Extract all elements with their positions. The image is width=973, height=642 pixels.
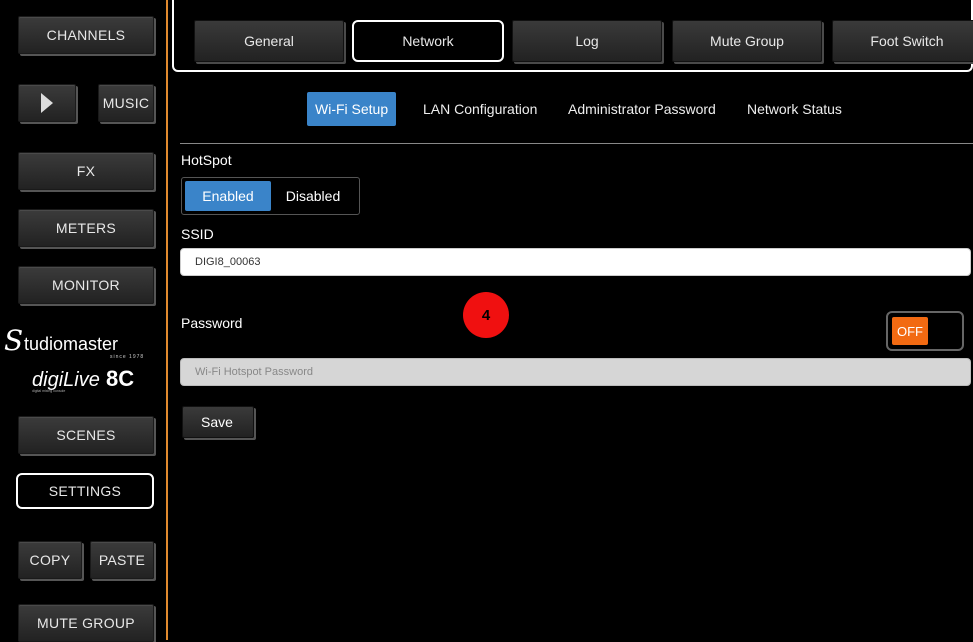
tab-log[interactable]: Log: [512, 20, 662, 62]
hotspot-toggle-group: Enabled Disabled: [181, 177, 360, 215]
monitor-button[interactable]: MONITOR: [18, 266, 154, 304]
paste-button[interactable]: PASTE: [90, 541, 154, 579]
toggle-off-label: OFF: [892, 317, 928, 345]
divider: [180, 143, 973, 144]
svg-text:since 1978: since 1978: [110, 354, 144, 360]
password-label: Password: [181, 315, 243, 331]
subtab-lan-configuration[interactable]: LAN Configuration: [415, 92, 545, 126]
ssid-label: SSID: [181, 226, 214, 242]
tab-foot-switch[interactable]: Foot Switch: [832, 20, 973, 62]
svg-text:S: S: [4, 328, 23, 357]
password-visibility-toggle[interactable]: OFF: [886, 311, 964, 351]
settings-tab-bar: General Network Log Mute Group Foot Swit…: [172, 0, 973, 72]
subtab-administrator-password[interactable]: Administrator Password: [560, 92, 724, 126]
meters-button[interactable]: METERS: [18, 209, 154, 247]
tab-network[interactable]: Network: [352, 20, 504, 62]
hotspot-disabled-option[interactable]: Disabled: [271, 181, 355, 211]
hotspot-label: HotSpot: [181, 152, 232, 168]
studiomaster-logo: S tudiomaster since 1978 digiLive 8C dig…: [4, 328, 144, 393]
scenes-button[interactable]: SCENES: [18, 416, 154, 454]
play-button[interactable]: [18, 84, 76, 122]
hotspot-enabled-option[interactable]: Enabled: [185, 181, 271, 211]
fx-button[interactable]: FX: [18, 152, 154, 190]
svg-text:digital mixing console: digital mixing console: [32, 389, 65, 393]
svg-text:8C: 8C: [106, 366, 134, 391]
sidebar: CHANNELS MUSIC FX METERS MONITOR S tudio…: [0, 0, 168, 642]
ssid-input[interactable]: DIGI8_00063: [180, 248, 971, 276]
tab-mute-group[interactable]: Mute Group: [672, 20, 822, 62]
step-badge: 4: [463, 292, 509, 338]
subtab-wifi-setup[interactable]: Wi-Fi Setup: [307, 92, 397, 126]
svg-text:tudiomaster: tudiomaster: [24, 334, 118, 354]
save-button[interactable]: Save: [182, 406, 254, 438]
subtab-network-status[interactable]: Network Status: [739, 92, 850, 126]
settings-button[interactable]: SETTINGS: [16, 473, 154, 509]
password-input[interactable]: Wi-Fi Hotspot Password: [180, 358, 971, 386]
tab-general[interactable]: General: [194, 20, 344, 62]
svg-text:digiLive: digiLive: [32, 369, 100, 391]
play-icon: [41, 93, 53, 113]
music-button[interactable]: MUSIC: [98, 84, 154, 122]
mute-group-button[interactable]: MUTE GROUP: [18, 604, 154, 642]
channels-button[interactable]: CHANNELS: [18, 16, 154, 54]
copy-button[interactable]: COPY: [18, 541, 82, 579]
